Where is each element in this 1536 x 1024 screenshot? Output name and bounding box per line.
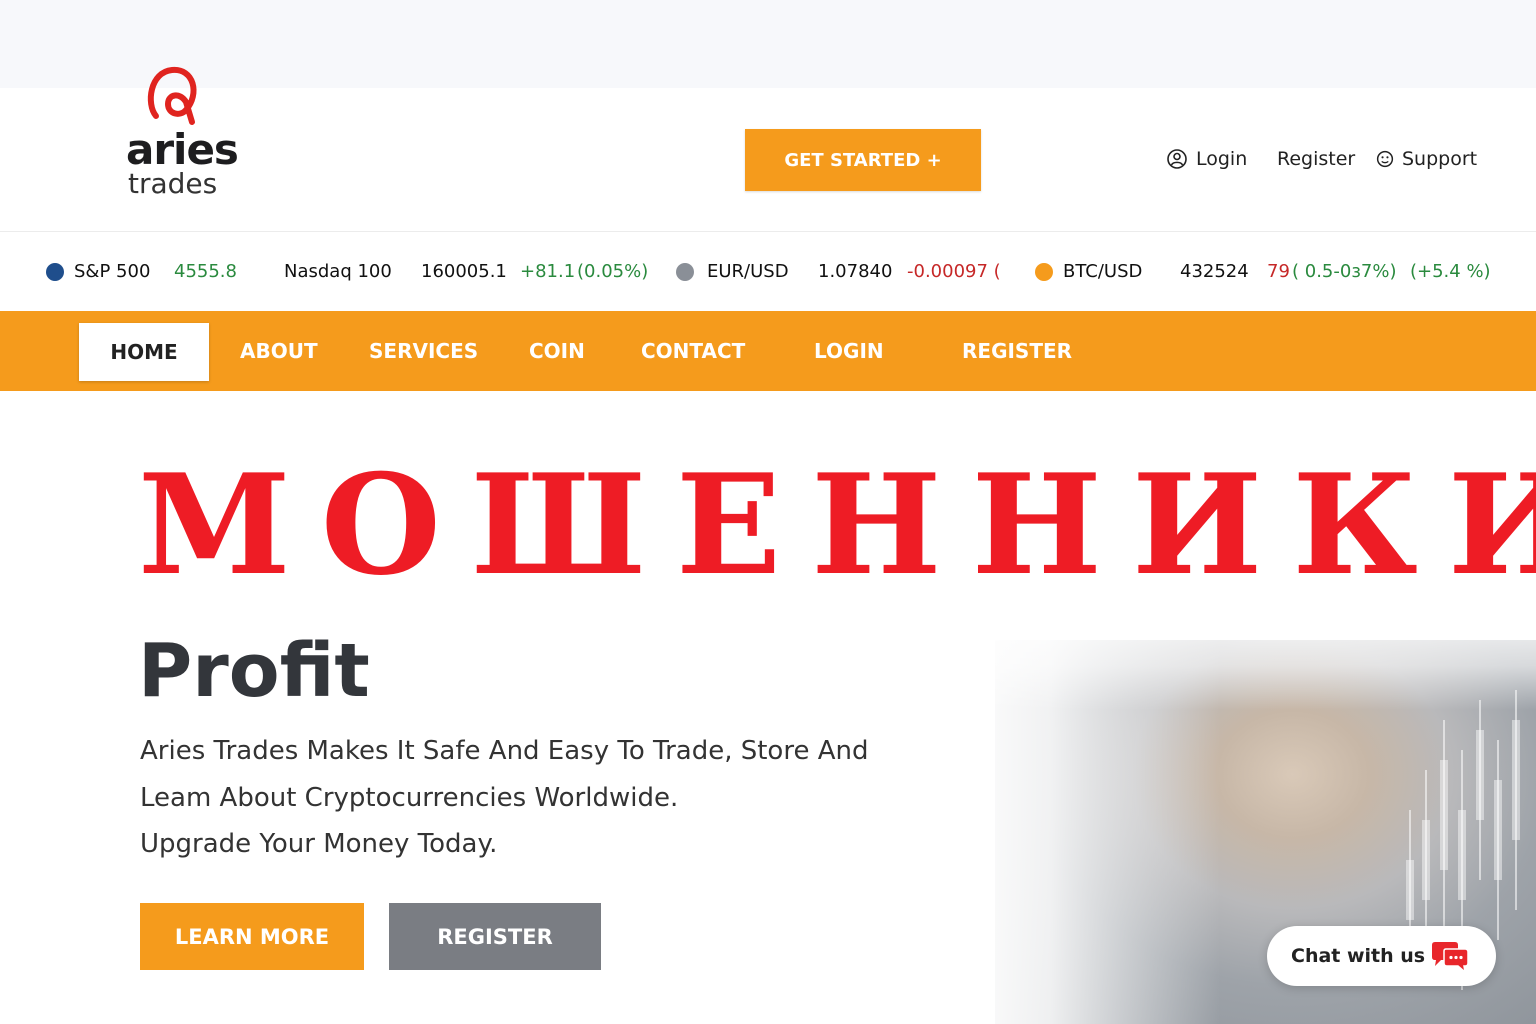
sp500-icon [46, 263, 64, 281]
brand-logo[interactable]: aries trades [126, 64, 256, 204]
login-link-label: Login [1196, 148, 1248, 170]
ticker-change: 79 [1267, 261, 1290, 282]
ticker-change: +81.1 [520, 261, 576, 282]
hero-image-fade-top [995, 600, 1536, 710]
support-link-label: Support [1402, 148, 1478, 170]
chat-widget[interactable]: Chat with us [1267, 926, 1496, 986]
hero-line: Upgrade Your Money Today. [140, 829, 498, 859]
ticker-price: 432524 [1180, 261, 1249, 282]
hero-description: Aries Trades Makes It Safe And Easy To T… [140, 728, 920, 868]
main-nav: HOME ABOUT SERVICES COIN CONTACT LOGIN R… [0, 311, 1536, 391]
btc-icon [1035, 263, 1053, 281]
chat-label: Chat with us [1291, 945, 1426, 967]
ticker-percent: (0.05%) [577, 261, 649, 282]
nav-item-about[interactable]: ABOUT [240, 311, 318, 391]
ticker-symbol: S&P 500 [74, 261, 151, 282]
nav-item-register[interactable]: REGISTER [962, 311, 1072, 391]
header-links: Login Register Support [0, 143, 1536, 175]
ticker-change: -0.00097 ( [907, 261, 1001, 282]
hero-register-button[interactable]: REGISTER [389, 903, 601, 970]
support-link[interactable]: Support [1376, 148, 1477, 170]
ticker-symbol: EUR/USD [707, 261, 789, 282]
ticker-price: 4555.8 [174, 261, 237, 282]
login-link[interactable]: Login [1166, 148, 1247, 170]
aries-logo-icon [147, 66, 197, 125]
learn-more-button[interactable]: LEARN MORE [140, 903, 364, 970]
nav-item-coin[interactable]: COIN [529, 311, 585, 391]
scam-warning-overlay: МОШЕННИКИ [138, 443, 1536, 606]
ticker-symbol: Nasdaq 100 [284, 261, 392, 282]
nav-item-services[interactable]: SERVICES [369, 311, 478, 391]
ticker-symbol: BTC/USD [1063, 261, 1143, 282]
support-icon [1376, 150, 1394, 168]
ticker-extra: (+5.4 %) [1410, 261, 1491, 282]
chat-bubbles-icon [1432, 942, 1469, 973]
ticker-price: 1.07840 [818, 261, 893, 282]
eur-icon [676, 263, 694, 281]
register-link[interactable]: Register [1277, 148, 1355, 170]
hero-line: Leam About Cryptocurrencies Worldwide. [140, 782, 679, 813]
ticker-price: 160005.1 [421, 261, 507, 282]
register-link-label: Register [1277, 148, 1356, 170]
ticker-percent: ( 0.5-0з7%) [1292, 261, 1397, 282]
user-icon [1167, 149, 1187, 169]
nav-item-home[interactable]: HOME [79, 323, 209, 381]
hero-title: Profit [138, 628, 370, 714]
nav-item-contact[interactable]: CONTACT [641, 311, 745, 391]
hero-line: Aries Trades Makes It Safe And Easy To T… [140, 736, 869, 766]
market-ticker: S&P 500 4555.8 Nasdaq 100 160005.1 +81.1… [0, 232, 1536, 311]
nav-item-login[interactable]: LOGIN [814, 311, 884, 391]
